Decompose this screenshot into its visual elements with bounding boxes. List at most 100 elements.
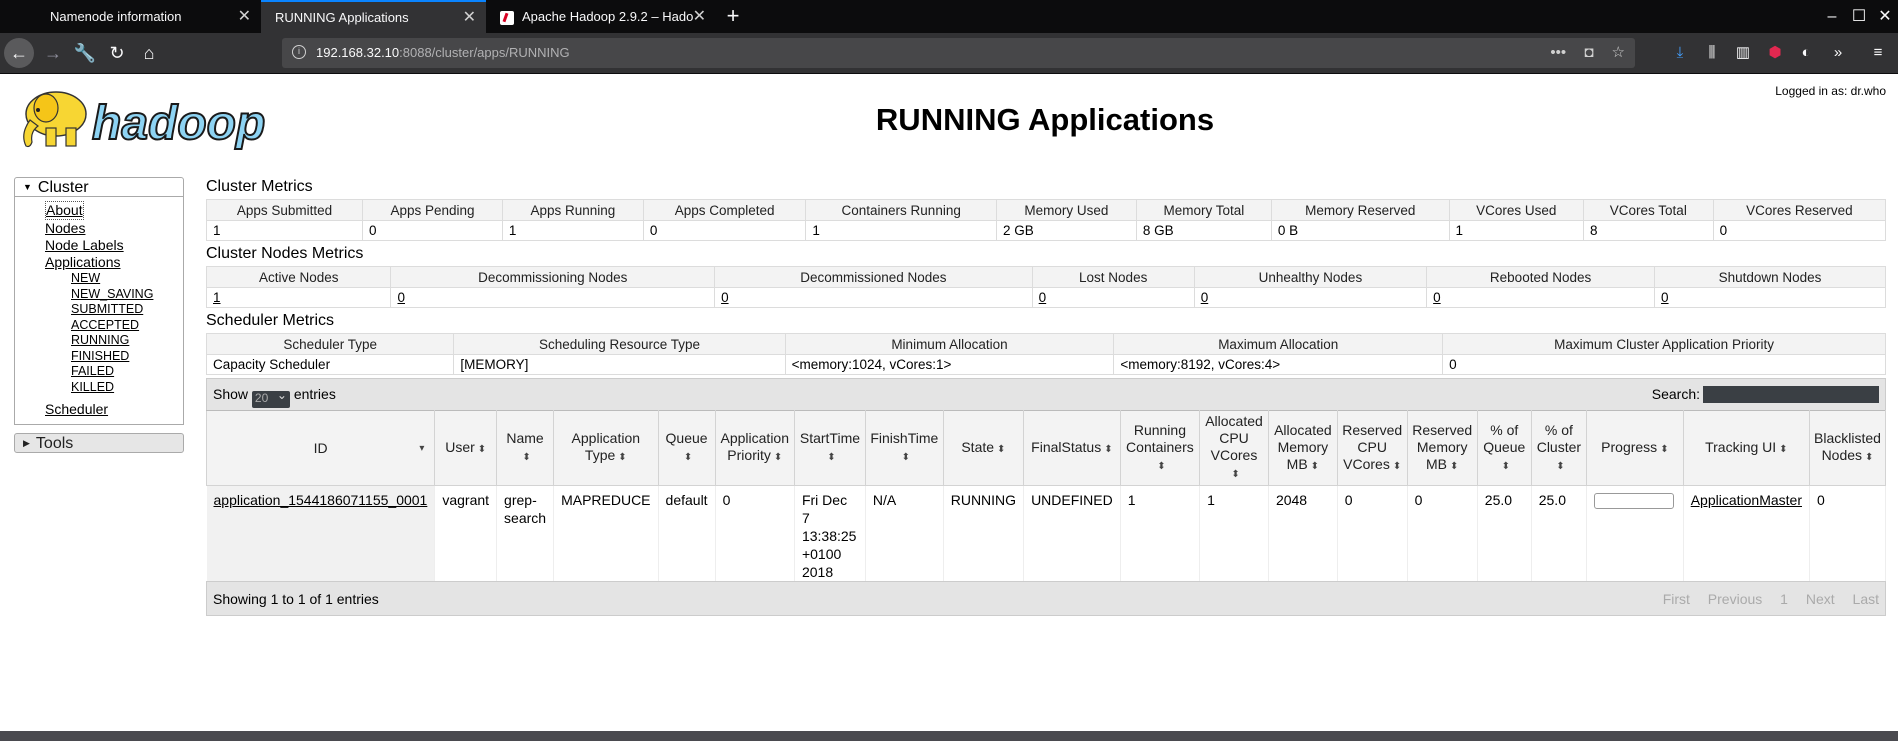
sort-icon: ⬍ bbox=[1231, 469, 1240, 480]
overflow-chevron-icon[interactable]: » bbox=[1828, 43, 1848, 63]
column-header-finishtime[interactable]: FinishTime ⬍ bbox=[864, 410, 944, 486]
column-header-user[interactable]: User ⬍ bbox=[434, 410, 498, 486]
reload-icon[interactable]: ↻ bbox=[102, 38, 132, 68]
shutdown-nodes-link[interactable]: 0 bbox=[1661, 290, 1669, 305]
sidebar-link-finished[interactable]: FINISHED bbox=[71, 349, 183, 365]
pager-page-1[interactable]: 1 bbox=[1780, 591, 1788, 607]
column-header-starttime[interactable]: StartTime ⬍ bbox=[793, 410, 866, 486]
sidebar-link-failed[interactable]: FAILED bbox=[71, 364, 183, 380]
close-icon[interactable]: ✕ bbox=[693, 0, 706, 33]
page-size-select[interactable]: 20 bbox=[251, 388, 290, 408]
sidebar-link-node-labels[interactable]: Node Labels bbox=[45, 237, 183, 254]
cell-state: RUNNING bbox=[943, 485, 1025, 581]
tab-running-applications[interactable]: RUNNING Applications ✕ bbox=[261, 0, 486, 33]
sidebar-link-about[interactable]: About bbox=[45, 201, 84, 220]
sidebar-link-new-saving[interactable]: NEW_SAVING bbox=[71, 287, 183, 303]
close-icon[interactable]: ✕ bbox=[238, 0, 251, 33]
cluster-metrics-title: Cluster Metrics bbox=[206, 178, 313, 195]
sidebar-link-nodes[interactable]: Nodes bbox=[45, 220, 183, 237]
pager-next[interactable]: Next bbox=[1806, 591, 1835, 607]
column-header-state[interactable]: State ⬍ bbox=[942, 410, 1025, 486]
sort-icon: ⬍ bbox=[683, 452, 693, 463]
page-actions-icon[interactable]: ••• bbox=[1550, 44, 1566, 61]
minimize-icon[interactable]: – bbox=[1818, 0, 1846, 33]
column-header-id[interactable]: ID ▾ bbox=[205, 410, 436, 486]
application-id-link[interactable]: application_1544186071155_0001 bbox=[214, 492, 428, 508]
unhealthy-nodes-link[interactable]: 0 bbox=[1201, 290, 1209, 305]
tracking-ui-link[interactable]: ApplicationMaster bbox=[1691, 492, 1802, 508]
download-icon[interactable]: ⤓ bbox=[1670, 43, 1690, 63]
cluster-section-header[interactable]: ▼ Cluster bbox=[14, 177, 184, 197]
maximize-icon[interactable]: ☐ bbox=[1845, 0, 1873, 33]
bookmark-star-icon[interactable]: ☆ bbox=[1612, 44, 1625, 61]
decommissioning-nodes-link[interactable]: 0 bbox=[397, 290, 405, 305]
lost-nodes-link[interactable]: 0 bbox=[1039, 290, 1047, 305]
rebooted-nodes-link[interactable]: 0 bbox=[1433, 290, 1441, 305]
cell-allocated-vcores: 1 bbox=[1199, 485, 1269, 581]
metric-value: 1 bbox=[205, 220, 364, 241]
column-header-running-containers[interactable]: Running Containers ⬍ bbox=[1119, 410, 1201, 486]
column-header-reserved-cpu-vcores[interactable]: Reserved CPU VCores ⬍ bbox=[1336, 410, 1408, 486]
decommissioned-nodes-link[interactable]: 0 bbox=[721, 290, 729, 305]
cell-pct-queue: 25.0 bbox=[1477, 485, 1532, 581]
tab-namenode-information[interactable]: Namenode information ✕ bbox=[36, 0, 261, 33]
sidebar-link-submitted[interactable]: SUBMITTED bbox=[71, 302, 183, 318]
menu-icon[interactable]: ≡ bbox=[1868, 43, 1888, 63]
sidebar-link-applications[interactable]: Applications bbox=[45, 254, 183, 271]
wrench-icon[interactable]: 🔧 bbox=[70, 38, 100, 68]
column-header-allocated-memory-mb[interactable]: Allocated Memory MB ⬍ bbox=[1267, 410, 1338, 486]
active-nodes-link[interactable]: 1 bbox=[213, 290, 221, 305]
column-header-progress[interactable]: Progress ⬍ bbox=[1586, 410, 1684, 486]
tab-apache-hadoop[interactable]: Apache Hadoop 2.9.2 – Hado ✕ bbox=[486, 0, 716, 33]
column-header-blacklisted-nodes[interactable]: Blacklisted Nodes ⬍ bbox=[1808, 410, 1887, 486]
tools-label: Tools bbox=[35, 435, 74, 452]
column-header-name[interactable]: Name ⬍ bbox=[496, 410, 555, 486]
sort-icon: ⬍ bbox=[477, 443, 487, 455]
home-icon[interactable]: ⌂ bbox=[134, 38, 164, 68]
url-bar[interactable]: i 192.168.32.10:8088/cluster/apps/RUNNIN… bbox=[282, 38, 1635, 68]
metric-header: Containers Running bbox=[805, 199, 998, 221]
sort-icon: ⬍ bbox=[1660, 443, 1669, 455]
metric-value: 1 bbox=[1448, 220, 1584, 241]
pager-first[interactable]: First bbox=[1663, 591, 1690, 607]
column-header-reserved-memory-mb[interactable]: Reserved Memory MB ⬍ bbox=[1406, 410, 1478, 486]
metric-header: Active Nodes bbox=[205, 266, 392, 288]
sidebar-link-scheduler[interactable]: Scheduler bbox=[45, 401, 183, 418]
metric-header: Scheduler Type bbox=[205, 333, 455, 355]
info-icon[interactable]: i bbox=[292, 45, 306, 59]
ublock-icon[interactable]: ⬢ bbox=[1765, 43, 1785, 63]
column-header-allocated-cpu-vcores[interactable]: Allocated CPU VCores ⬍ bbox=[1199, 410, 1269, 486]
sidebar-link-new[interactable]: NEW bbox=[71, 271, 183, 287]
url-text[interactable]: 192.168.32.10:8088/cluster/apps/RUNNING bbox=[316, 38, 570, 68]
column-header-queue[interactable]: Queue ⬍ bbox=[657, 410, 716, 486]
metric-header: Unhealthy Nodes bbox=[1193, 266, 1428, 288]
forward-arrow-icon[interactable]: → bbox=[38, 38, 68, 68]
search-input[interactable] bbox=[1703, 386, 1879, 403]
pager-last[interactable]: Last bbox=[1853, 591, 1879, 607]
nodes-metrics-table: Active Nodes Decommissioning Nodes Decom… bbox=[205, 266, 1886, 308]
column-header-application-priority[interactable]: Application Priority ⬍ bbox=[714, 410, 795, 486]
metric-header: Maximum Cluster Application Priority bbox=[1442, 333, 1886, 355]
sidebar-link-killed[interactable]: KILLED bbox=[71, 380, 183, 396]
column-header-finalstatus[interactable]: FinalStatus ⬍ bbox=[1023, 410, 1121, 486]
library-icon[interactable]: ⫼ bbox=[1702, 43, 1722, 63]
sort-icon: ⬍ bbox=[1779, 443, 1788, 455]
window-close-icon[interactable]: ✕ bbox=[1871, 0, 1898, 33]
tools-section-header[interactable]: ▶ Tools bbox=[14, 433, 184, 453]
pocket-icon[interactable]: ◘ bbox=[1584, 44, 1593, 61]
new-tab-button[interactable]: + bbox=[718, 0, 748, 33]
sidebar-link-running[interactable]: RUNNING bbox=[71, 333, 183, 349]
column-header-pct-queue[interactable]: % of Queue ⬍ bbox=[1476, 410, 1532, 486]
close-icon[interactable]: ✕ bbox=[463, 2, 476, 33]
column-header-pct-cluster[interactable]: % of Cluster ⬍ bbox=[1530, 410, 1588, 486]
sidebar-icon[interactable]: ▥ bbox=[1733, 43, 1753, 63]
metric-value: Capacity Scheduler bbox=[205, 354, 455, 375]
column-header-application-type[interactable]: Application Type ⬍ bbox=[553, 410, 659, 486]
cluster-section-body: About Nodes Node Labels Applications NEW… bbox=[14, 197, 184, 425]
pager-previous[interactable]: Previous bbox=[1708, 591, 1762, 607]
sidebar-link-accepted[interactable]: ACCEPTED bbox=[71, 318, 183, 334]
metric-header: Apps Submitted bbox=[205, 199, 364, 221]
extension-icon[interactable]: ◐ bbox=[1796, 43, 1816, 63]
back-arrow-icon[interactable]: ← bbox=[4, 38, 34, 68]
column-header-tracking-ui[interactable]: Tracking UI ⬍ bbox=[1682, 410, 1810, 486]
